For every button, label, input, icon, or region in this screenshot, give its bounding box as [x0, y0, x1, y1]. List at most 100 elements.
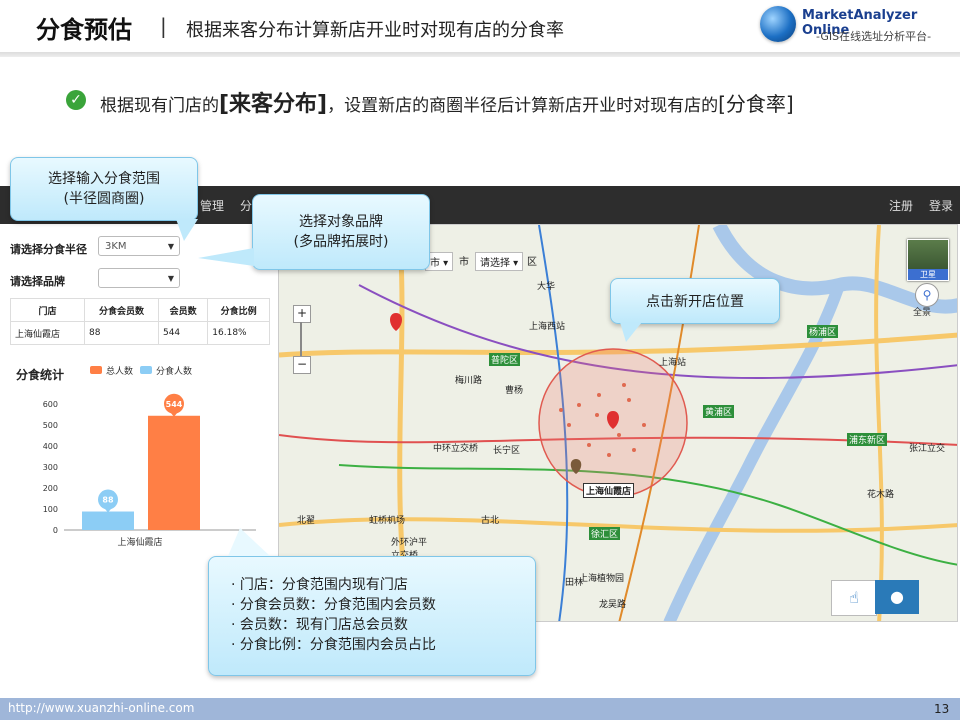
y-tick-label: 500	[43, 421, 58, 430]
nav-item-manage[interactable]: 管理	[200, 197, 224, 214]
footer-url[interactable]: http://www.xuanzhi-online.com	[8, 701, 194, 715]
callout-note-item: · 分食比例：分食范围内会员占比	[231, 637, 436, 653]
table-header-row: 门店 分食会员数 会员数 分食比例	[10, 298, 270, 322]
callout-radius-tail	[176, 219, 198, 241]
callout-radius: 选择输入分食范围 (半径圆商圈)	[10, 157, 198, 221]
y-tick-label: 0	[53, 526, 58, 535]
page-subtitle: 根据来客分布计算新店开业时对现有店的分食率	[186, 20, 564, 41]
map-place-label: 大华	[537, 282, 556, 292]
chevron-down-icon: ▼	[167, 242, 174, 251]
intro-highlight-2: [分食率]	[718, 92, 794, 116]
table-cell: 上海仙霞店	[10, 321, 85, 345]
intro-part-2: ，设置新店的商圈半径后计算新店开业时对现有店的	[327, 96, 719, 116]
table-cell: 88	[83, 321, 159, 345]
callout-note-item: · 分食会员数：分食范围内会员数	[231, 597, 436, 613]
callout-note-item: · 门店：分食范围内现有门店	[231, 577, 408, 593]
map-place-label: 浦东新区	[847, 433, 888, 446]
data-label: 544	[166, 400, 183, 409]
callout-brand-line1: 选择对象品牌	[299, 214, 383, 230]
satellite-label: 卫星	[908, 269, 948, 280]
brand-label: 请选择品牌	[10, 275, 65, 288]
y-tick-label: 200	[43, 484, 58, 493]
radius-select-value: 3KM	[105, 241, 127, 252]
share-bar-chart: 0 100 200 300 400 500 600 88 544 上海仙霞店	[43, 393, 256, 548]
callout-radius-line2: (半径圆商圈)	[63, 191, 145, 207]
legend-swatch-share	[140, 366, 152, 374]
table-row[interactable]: 上海仙霞店 88 544 16.18%	[10, 321, 270, 345]
callout-note-item: · 会员数：现有门店总会员数	[231, 617, 408, 633]
callout-brand-line2: (多品牌拓展时)	[293, 234, 389, 250]
y-tick-label: 300	[43, 463, 58, 472]
panorama-icon[interactable]: ⚲	[915, 283, 939, 307]
chevron-down-icon: ▼	[167, 274, 174, 283]
map-place-label: 杨浦区	[807, 325, 839, 338]
y-tick-label: 100	[43, 505, 58, 514]
callout-radius-line1: 选择输入分食范围	[48, 171, 160, 187]
callout-brand: 选择对象品牌 (多品牌拓展时)	[252, 194, 430, 270]
register-link[interactable]: 注册	[889, 197, 913, 214]
map-place-label: 上海站	[659, 358, 687, 368]
radius-label: 请选择分食半径	[10, 243, 87, 256]
store-label: 上海仙霞店	[583, 483, 635, 498]
zoom-in-button[interactable]: +	[293, 305, 311, 323]
map-place-label: 田林	[565, 578, 584, 588]
chart-bars: 88 544	[82, 393, 200, 530]
login-link[interactable]: 登录	[929, 197, 953, 214]
callout-notes-tail	[228, 528, 270, 556]
chart-category-label: 上海仙霞店	[117, 536, 162, 548]
location-pin-icon[interactable]: ●	[875, 580, 919, 614]
zoom-slider[interactable]	[300, 322, 302, 356]
province-suffix: 市	[430, 258, 440, 269]
header-divider	[0, 52, 960, 57]
city-select-value: 请选择	[480, 258, 510, 269]
checkmark-icon: ✓	[66, 90, 86, 110]
intro-highlight-1: [来客分布]	[219, 92, 328, 117]
city-suffix: 市	[459, 257, 469, 268]
map-place-label: 徐汇区	[589, 527, 621, 540]
city-select[interactable]: 请选择 ▾	[475, 252, 524, 271]
map-place-label: 曹杨	[505, 386, 524, 396]
y-tick-label: 600	[43, 400, 58, 409]
legend-label-total: 总人数	[106, 367, 134, 377]
callout-brand-tail	[198, 248, 254, 266]
title-separator: |	[160, 14, 167, 38]
brand-tagline: -GIS在线选址分析平台-	[816, 30, 932, 43]
map-place-label: 虹桥机场	[369, 516, 406, 526]
map-place-label: 长宁区	[493, 446, 521, 456]
table-cell: 544	[157, 321, 209, 345]
callout-notes: · 门店：分食范围内现有门店 · 分食会员数：分食范围内会员数 · 会员数：现有…	[208, 556, 536, 676]
table-header: 会员数	[157, 298, 209, 322]
map-place-label: 花木路	[867, 490, 895, 500]
y-tick-label: 400	[43, 442, 58, 451]
table-header: 分食比例	[207, 298, 270, 322]
map-place-label: 黄浦区	[703, 405, 735, 418]
map-place-label: 北翟	[297, 516, 316, 526]
zoom-out-button[interactable]: −	[293, 356, 311, 374]
panorama-label: 全景	[913, 308, 932, 318]
map-place-label: 上海西站	[529, 322, 566, 332]
map-place-label: 龙吴路	[599, 600, 627, 610]
district-suffix: 区	[527, 257, 537, 268]
callout-click-text: 点击新开店位置	[646, 294, 744, 310]
intro-part-1: 根据现有门店的	[100, 96, 219, 116]
table-cell: 16.18%	[207, 321, 270, 345]
map-place-label: 普陀区	[489, 353, 521, 366]
callout-click-tail	[620, 322, 642, 342]
legend-swatch-total	[90, 366, 102, 374]
map-place-label: 上海植物园	[579, 574, 625, 584]
bar-share[interactable]	[82, 511, 134, 530]
satellite-toggle[interactable]: 卫星	[907, 239, 949, 281]
intro-text: 根据现有门店的[来客分布]，设置新店的商圈半径后计算新店开业时对现有店的[分食率…	[100, 86, 794, 118]
map-place-label: 中环立交桥	[433, 444, 479, 454]
table-header: 分食会员数	[83, 298, 159, 322]
map-place-label: 梅川路	[455, 376, 483, 386]
map-place-label: 张江立交	[909, 444, 946, 454]
bar-total[interactable]	[148, 415, 200, 530]
brand-select[interactable]: ▼	[98, 268, 180, 288]
hand-pointer-icon[interactable]: ☝	[831, 580, 877, 616]
page-title: 分食预估	[36, 16, 132, 44]
callout-click: 点击新开店位置	[610, 278, 780, 324]
map-place-label: 古北	[481, 516, 500, 526]
legend-label-share: 分食人数	[156, 367, 193, 377]
radius-select[interactable]: 3KM ▼	[98, 236, 180, 256]
